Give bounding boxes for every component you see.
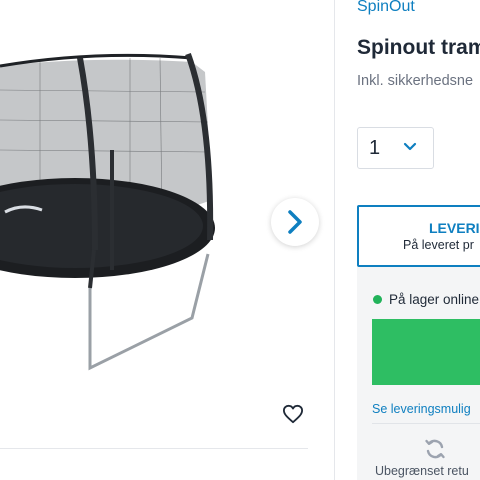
refresh-icon bbox=[425, 439, 445, 459]
stock-panel: På lager online Se leveringsmulig Ubegræ… bbox=[357, 267, 480, 480]
panel-divider bbox=[372, 423, 480, 424]
delivery-option-title: LEVERI bbox=[429, 220, 480, 236]
delivery-option-home[interactable]: LEVERI På leveret pr bbox=[357, 205, 480, 267]
chevron-down-icon bbox=[403, 142, 417, 151]
product-title: Spinout tram bbox=[357, 36, 480, 59]
stock-status: På lager online bbox=[373, 292, 479, 307]
delivery-option-subtitle: På leveret pr bbox=[403, 238, 474, 252]
product-subtitle: Inkl. sikkerhedsne bbox=[357, 73, 474, 89]
add-to-favorites-button[interactable] bbox=[279, 400, 307, 428]
stock-status-text: På lager online bbox=[389, 292, 480, 307]
quantity-value: 1 bbox=[369, 136, 381, 159]
stock-status-dot bbox=[373, 295, 382, 304]
chevron-right-icon bbox=[288, 210, 302, 234]
heart-icon bbox=[282, 404, 303, 424]
brand-link[interactable]: SpinOut bbox=[357, 0, 415, 16]
returns-label: Ubegrænset retu bbox=[375, 464, 469, 478]
product-details: SpinOut Spinout tram Inkl. sikkerhedsne … bbox=[335, 0, 480, 480]
next-image-button[interactable] bbox=[271, 198, 319, 246]
product-gallery bbox=[0, 0, 334, 480]
gallery-divider bbox=[0, 448, 308, 449]
add-to-cart-button[interactable] bbox=[372, 319, 480, 385]
delivery-options-link[interactable]: Se leveringsmulig bbox=[372, 402, 471, 416]
quantity-select[interactable]: 1 bbox=[357, 127, 434, 169]
